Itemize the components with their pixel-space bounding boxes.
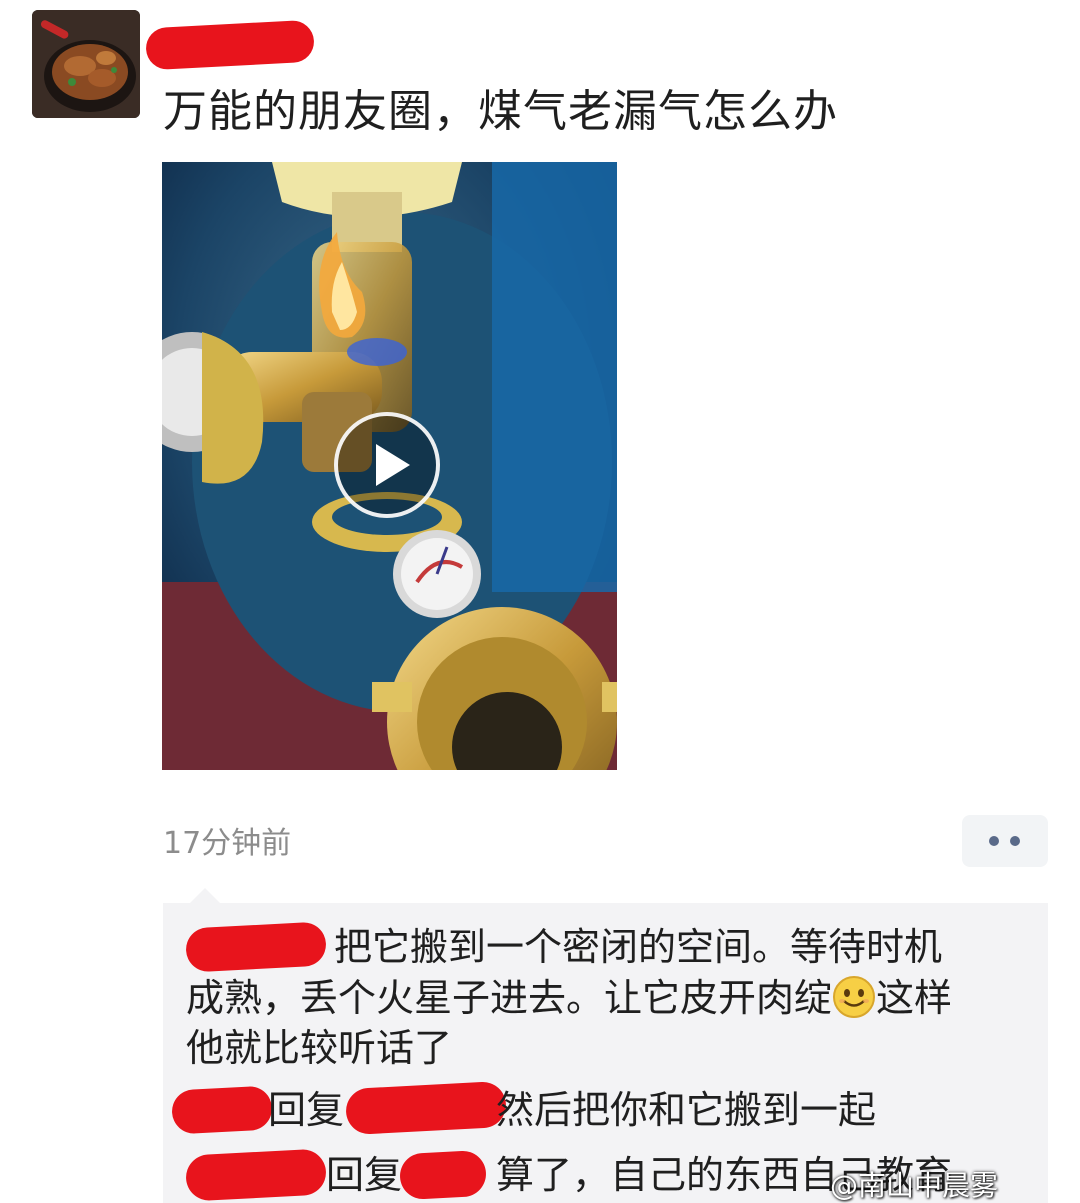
reply-word: 回复 [326, 1153, 403, 1197]
reply-text: 然后把你和它搬到一起 [496, 1088, 877, 1132]
avatar[interactable] [32, 10, 140, 118]
play-icon[interactable] [334, 412, 440, 518]
more-dot [1010, 836, 1020, 846]
comment-line: 他就比较听话了 [186, 1026, 453, 1070]
redacted-commenter [344, 1080, 508, 1136]
redacted-commenter [398, 1149, 488, 1201]
comment-text: 这样 [876, 976, 953, 1020]
redacted-commenter [184, 1148, 328, 1202]
reply-word: 回复 [268, 1088, 345, 1132]
more-dots-icon[interactable] [962, 815, 1048, 867]
comments-caret [190, 888, 220, 903]
weibo-watermark: @南山中晨雾 [830, 1169, 999, 1202]
comment-text: 成熟，丢个火星子进去。让它皮开肉绽 [186, 976, 833, 1020]
redacted-username [145, 19, 315, 71]
redacted-commenter [170, 1085, 274, 1135]
comment-line: 把它搬到一个密闭的空间。等待时机 [334, 925, 943, 969]
redacted-commenter [184, 921, 328, 973]
play-triangle [376, 444, 410, 486]
smile-emoji-icon [832, 975, 876, 1031]
more-dot [989, 836, 999, 846]
post-text: 万能的朋友圈，煤气老漏气怎么办 [163, 86, 838, 137]
post-timestamp: 17分钟前 [163, 826, 292, 861]
avatar-image [32, 10, 140, 118]
moments-post: 万能的朋友圈，煤气老漏气怎么办 17分钟前 把它搬到一个密闭的空间。等待时机 成… [0, 0, 1080, 1203]
